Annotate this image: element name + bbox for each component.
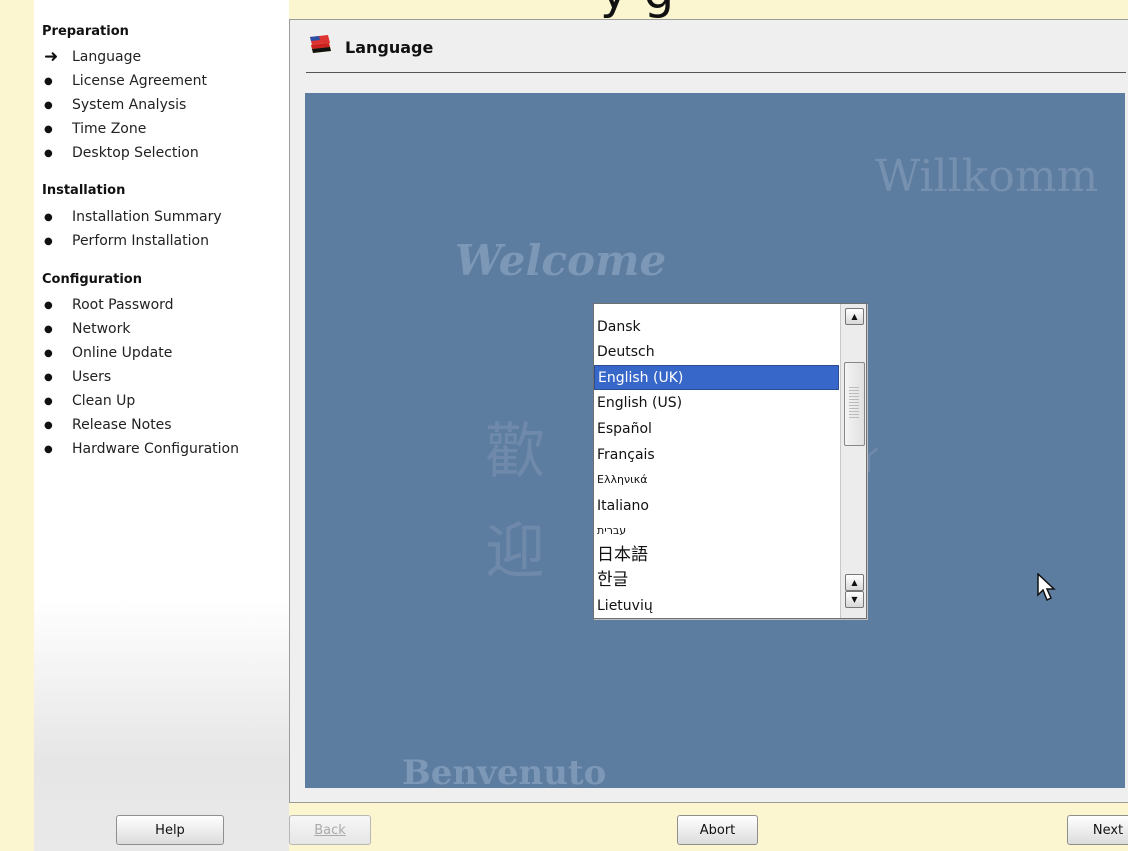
- language-option[interactable]: Ελληνικά: [594, 467, 839, 492]
- bg-text-benvenuto: Benvenuto: [402, 753, 607, 788]
- sidebar-item-root-password[interactable]: ● Root Password: [44, 294, 174, 316]
- bullet-icon: ●: [44, 323, 53, 335]
- bullet-icon: ●: [44, 235, 53, 247]
- bullet-icon: ●: [44, 123, 53, 135]
- language-option[interactable]: 한글: [594, 565, 839, 590]
- sidebar-item-perform-installation[interactable]: ● Perform Installation: [44, 230, 209, 252]
- sidebar-item-desktop-selection[interactable]: ● Desktop Selection: [44, 142, 199, 164]
- next-button-label: Next: [1092, 822, 1124, 838]
- main-panel: Language Willkomm Welcome 歡 迎 ィ Benvenut…: [289, 19, 1128, 803]
- language-option[interactable]: Lietuvių: [594, 593, 839, 618]
- section-preparation: Preparation: [42, 24, 129, 39]
- top-partial-text: y g: [600, 0, 674, 20]
- triangle-down-icon: ▼: [851, 595, 858, 604]
- sidebar-item-label: Perform Installation: [72, 233, 209, 249]
- page-title: Language: [345, 38, 434, 57]
- grip-icon: [849, 387, 859, 419]
- sidebar-item-label: Online Update: [72, 345, 173, 361]
- installer-window: y g Preparation ➜ Language ● License Agr…: [0, 0, 1128, 851]
- bg-text-huan: 歡: [485, 417, 545, 487]
- bullet-icon: ●: [44, 75, 53, 87]
- language-list[interactable]: Dansk Deutsch English (UK) English (US) …: [593, 303, 867, 619]
- language-option[interactable]: Deutsch: [594, 339, 839, 364]
- sidebar-item-label: Time Zone: [72, 121, 147, 137]
- section-configuration: Configuration: [42, 272, 142, 287]
- bg-text-ying: 迎: [485, 517, 545, 587]
- scroll-up-button-bottom[interactable]: ▲: [845, 574, 864, 591]
- sidebar-item-clean-up[interactable]: ● Clean Up: [44, 390, 135, 412]
- bullet-icon: ●: [44, 371, 53, 383]
- section-installation: Installation: [42, 183, 126, 198]
- language-option[interactable]: Français: [594, 442, 839, 467]
- title-divider: [306, 72, 1126, 73]
- language-option-selected[interactable]: English (UK): [594, 365, 839, 390]
- sidebar-item-language[interactable]: ➜ Language: [44, 46, 141, 68]
- abort-button[interactable]: Abort: [677, 815, 758, 845]
- list-scrollbar[interactable]: ▲ ▲ ▼: [840, 304, 866, 618]
- bullet-icon: ●: [44, 299, 53, 311]
- bg-text-welcome: Welcome: [455, 236, 667, 285]
- bullet-icon: ●: [44, 147, 53, 159]
- sidebar-item-label: System Analysis: [72, 97, 187, 113]
- mouse-pointer-icon: [1037, 573, 1056, 602]
- sidebar-item-label: Desktop Selection: [72, 145, 199, 161]
- sidebar-item-installation-summary[interactable]: ● Installation Summary: [44, 206, 222, 228]
- language-option[interactable]: English (US): [594, 390, 839, 415]
- language-option-partial[interactable]: [594, 304, 839, 313]
- sidebar-item-label: Release Notes: [72, 417, 172, 433]
- scroll-up-button[interactable]: ▲: [845, 308, 864, 325]
- language-option[interactable]: Dansk: [594, 314, 839, 339]
- arrow-right-icon: ➜: [44, 46, 59, 67]
- welcome-background: Willkomm Welcome 歡 迎 ィ Benvenuto Dansk D…: [305, 93, 1125, 788]
- sidebar-item-label: Root Password: [72, 297, 174, 313]
- sidebar-item-label: Installation Summary: [72, 209, 222, 225]
- back-button[interactable]: Back: [289, 815, 371, 845]
- bullet-icon: ●: [44, 347, 53, 359]
- sidebar-item-hardware-configuration[interactable]: ● Hardware Configuration: [44, 438, 239, 460]
- bullet-icon: ●: [44, 395, 53, 407]
- language-option[interactable]: Español: [594, 416, 839, 441]
- sidebar-item-label: Network: [72, 321, 131, 337]
- sidebar-item-users[interactable]: ● Users: [44, 366, 111, 388]
- bullet-icon: ●: [44, 211, 53, 223]
- flag-icon: [310, 35, 331, 53]
- scroll-thumb[interactable]: [844, 362, 865, 446]
- back-button-label: Back: [314, 822, 346, 838]
- triangle-up-icon: ▲: [851, 312, 858, 321]
- bullet-icon: ●: [44, 443, 53, 455]
- next-button[interactable]: Next: [1067, 815, 1128, 845]
- sidebar: Preparation ➜ Language ● License Agreeme…: [34, 0, 289, 851]
- sidebar-item-label: License Agreement: [72, 73, 207, 89]
- bullet-icon: ●: [44, 419, 53, 431]
- language-option[interactable]: Italiano: [594, 493, 839, 518]
- scroll-down-button[interactable]: ▼: [845, 591, 864, 608]
- help-button[interactable]: Help: [116, 815, 224, 845]
- sidebar-item-label: Clean Up: [72, 393, 136, 409]
- sidebar-item-system-analysis[interactable]: ● System Analysis: [44, 94, 186, 116]
- sidebar-item-time-zone[interactable]: ● Time Zone: [44, 118, 146, 140]
- sidebar-item-label: Language: [72, 49, 142, 65]
- sidebar-item-network[interactable]: ● Network: [44, 318, 130, 340]
- sidebar-item-license[interactable]: ● License Agreement: [44, 70, 207, 92]
- sidebar-item-online-update[interactable]: ● Online Update: [44, 342, 172, 364]
- bg-text-willkommen: Willkomm: [875, 151, 1099, 202]
- language-option[interactable]: 日本語: [594, 540, 839, 565]
- sidebar-item-label: Users: [72, 369, 112, 385]
- sidebar-item-release-notes[interactable]: ● Release Notes: [44, 414, 172, 436]
- sidebar-item-label: Hardware Configuration: [72, 441, 239, 457]
- triangle-up-icon: ▲: [851, 578, 858, 587]
- bullet-icon: ●: [44, 99, 53, 111]
